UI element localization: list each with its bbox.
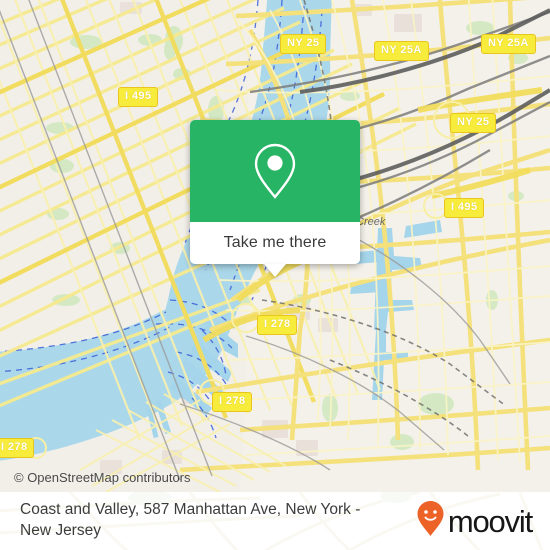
take-me-there-label: Take me there	[223, 234, 327, 251]
route-shield-ny25a-2: NY 25A	[481, 34, 536, 54]
moovit-wordmark: moovit	[447, 503, 533, 539]
place-title: Coast and Valley, 587 Manhattan Ave, New…	[20, 501, 361, 539]
route-shield-i278-1: I 278	[257, 315, 298, 335]
card-pointer	[264, 264, 286, 277]
map-pin-icon	[253, 142, 297, 200]
route-shield-i495-2: I 495	[444, 198, 485, 218]
footer-bar: Coast and Valley, 587 Manhattan Ave, New…	[0, 492, 550, 550]
route-shield-ny25a-1: NY 25A	[374, 41, 429, 61]
route-shield-i495-1: I 495	[118, 87, 159, 107]
map-share-card: NY 25 NY 25A NY 25A I 495 NY 25 I 495 I …	[0, 0, 550, 550]
card-pin-area	[190, 120, 360, 222]
route-shield-ny25-2: NY 25	[450, 113, 497, 133]
route-shield-ny25: NY 25	[280, 34, 327, 54]
moovit-pin-smiley-icon	[416, 500, 445, 542]
creek-label: Creek	[356, 216, 386, 228]
route-shield-i278-2: I 278	[212, 392, 253, 412]
card-action-area[interactable]: Take me there	[190, 222, 360, 277]
route-shield-i278-3: I 278	[0, 438, 35, 458]
map-canvas[interactable]: NY 25 NY 25A NY 25A I 495 NY 25 I 495 I …	[0, 0, 550, 492]
take-me-there-card[interactable]: Take me there	[190, 120, 360, 277]
moovit-brand[interactable]: moovit	[416, 500, 533, 542]
map-attribution[interactable]: © OpenStreetMap contributors	[14, 470, 191, 485]
